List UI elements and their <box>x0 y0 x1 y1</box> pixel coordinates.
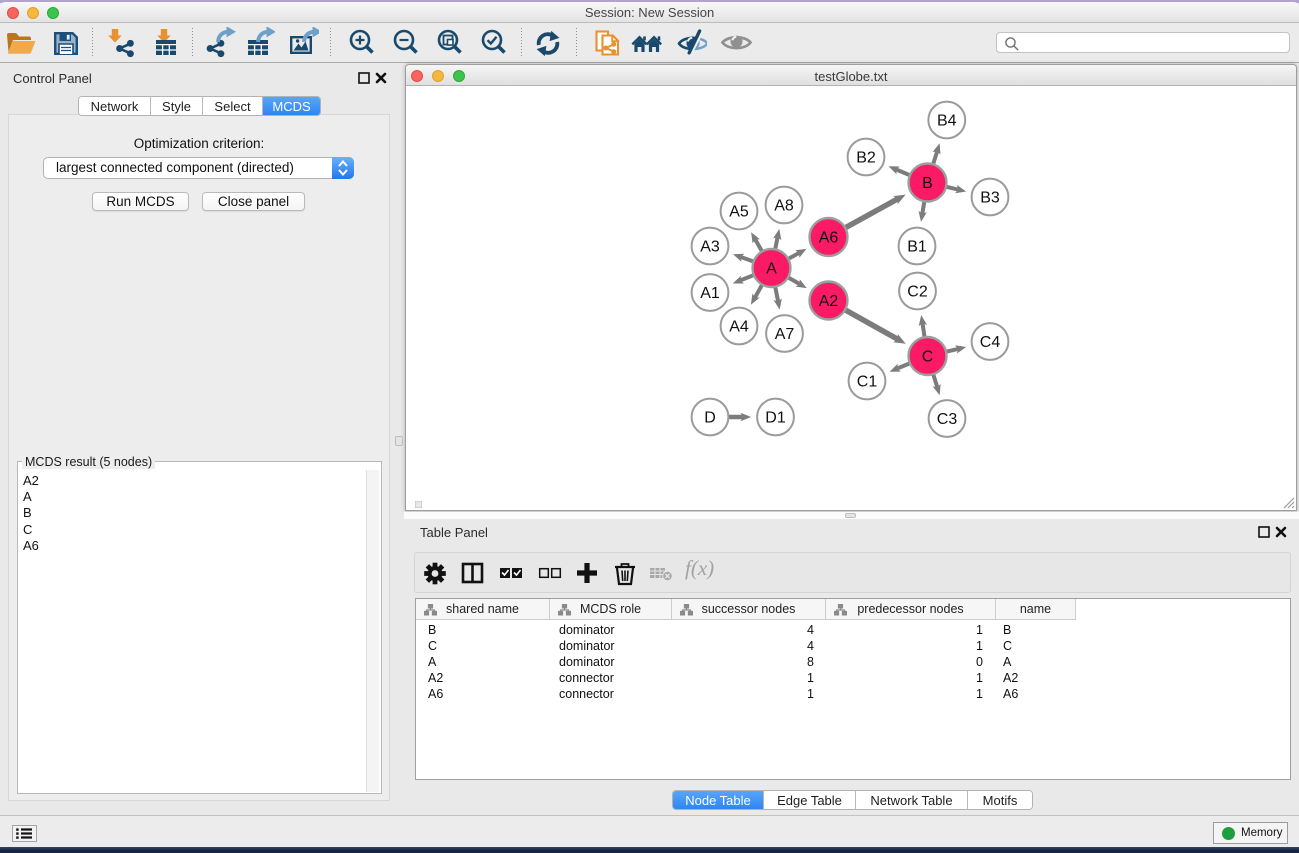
svg-text:B1: B1 <box>907 239 927 256</box>
svg-text:C4: C4 <box>980 334 1001 351</box>
svg-text:A1: A1 <box>700 285 720 302</box>
svg-text:B: B <box>922 175 933 192</box>
svg-text:C2: C2 <box>907 284 928 301</box>
svg-text:A6: A6 <box>819 230 839 247</box>
svg-text:C1: C1 <box>857 374 878 391</box>
svg-text:C: C <box>922 349 934 366</box>
svg-text:B4: B4 <box>937 113 957 130</box>
svg-text:C3: C3 <box>937 411 958 428</box>
svg-text:A3: A3 <box>700 239 720 256</box>
svg-text:B3: B3 <box>980 190 1000 207</box>
svg-text:A7: A7 <box>775 326 795 343</box>
svg-text:D: D <box>704 410 716 427</box>
svg-text:A8: A8 <box>774 198 794 215</box>
svg-text:D1: D1 <box>765 410 786 427</box>
svg-text:A4: A4 <box>729 319 749 336</box>
svg-text:B2: B2 <box>856 150 876 167</box>
svg-text:A: A <box>766 261 777 278</box>
svg-text:A2: A2 <box>819 293 839 310</box>
svg-text:A5: A5 <box>729 204 749 221</box>
